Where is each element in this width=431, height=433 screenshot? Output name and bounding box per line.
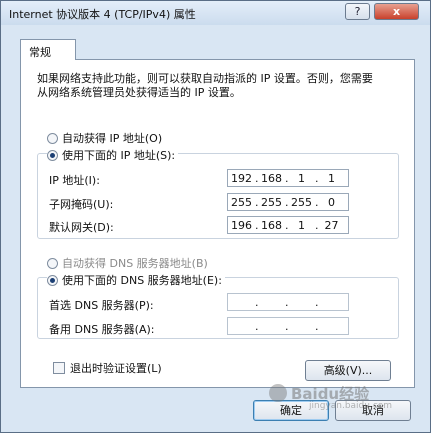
manual-dns-radio[interactable]: 使用下面的 DNS 服务器地址(E): — [47, 272, 225, 288]
window-title: Internet 协议版本 4 (TCP/IPv4) 属性 — [9, 8, 196, 21]
octet: 1 — [328, 171, 335, 185]
octet-separator: . — [285, 319, 289, 333]
octet: 196 — [231, 218, 252, 232]
ip-address-input[interactable]: 192. 168. 1. 1 — [227, 169, 349, 187]
octet-separator: . — [285, 295, 289, 309]
manual-dns-label: 使用下面的 DNS 服务器地址(E): — [62, 274, 222, 287]
subnet-mask-input[interactable]: 255. 255. 255. 0 — [227, 193, 349, 211]
octet: 168 — [261, 218, 282, 232]
advanced-button[interactable]: 高级(V)... — [305, 360, 391, 381]
preferred-dns-input[interactable]: . . . — [227, 293, 349, 311]
close-button[interactable]: x — [374, 3, 419, 20]
octet-separator: . — [315, 295, 319, 309]
octet: 255 — [261, 195, 282, 209]
help-button[interactable]: ? — [345, 3, 370, 20]
validate-on-exit-checkbox[interactable]: 退出时验证设置(L) — [53, 360, 162, 376]
manual-ip-label: 使用下面的 IP 地址(S): — [62, 149, 176, 162]
default-gateway-label: 默认网关(D): — [49, 221, 114, 234]
octet: 255 — [291, 195, 312, 209]
default-gateway-input[interactable]: 196. 168. 1. 27 — [227, 216, 349, 234]
alternate-dns-label: 备用 DNS 服务器(A): — [49, 323, 155, 336]
subnet-mask-label: 子网掩码(U): — [49, 198, 114, 211]
auto-ip-label: 自动获得 IP 地址(O) — [62, 132, 163, 145]
octet: 168 — [261, 171, 282, 185]
tcpip-properties-dialog: Internet 协议版本 4 (TCP/IPv4) 属性 ? x 常规 如果网… — [0, 0, 431, 433]
ip-address-label: IP 地址(I): — [49, 174, 100, 187]
checkbox-icon — [53, 362, 65, 374]
octet: 192 — [231, 171, 252, 185]
radio-icon — [47, 132, 58, 144]
octet: 1 — [298, 171, 305, 185]
preferred-dns-label: 首选 DNS 服务器(P): — [49, 299, 154, 312]
tab-general[interactable]: 常规 — [20, 39, 76, 60]
octet: 27 — [324, 218, 339, 232]
alternate-dns-input[interactable]: . . . — [227, 317, 349, 335]
octet: 1 — [298, 218, 305, 232]
description-text: 如果网络支持此功能，则可以获取自动指派的 IP 设置。否则，您需要从网络系统管理… — [37, 72, 373, 99]
octet: 255 — [231, 195, 252, 209]
octet: 0 — [328, 195, 335, 209]
radio-selected-icon — [47, 274, 58, 286]
validate-on-exit-label: 退出时验证设置(L) — [70, 362, 162, 375]
manual-ip-radio[interactable]: 使用下面的 IP 地址(S): — [47, 147, 179, 163]
radio-icon — [47, 257, 58, 269]
octet-separator: . — [255, 295, 259, 309]
octet-separator: . — [315, 319, 319, 333]
auto-dns-label: 自动获得 DNS 服务器地址(B) — [62, 257, 208, 270]
cancel-button[interactable]: 取消 — [335, 400, 411, 421]
auto-ip-radio[interactable]: 自动获得 IP 地址(O) — [47, 130, 166, 146]
radio-selected-icon — [47, 149, 58, 161]
title-bar[interactable]: Internet 协议版本 4 (TCP/IPv4) 属性 ? x — [1, 1, 430, 25]
ok-button[interactable]: 确定 — [253, 400, 329, 421]
auto-dns-radio[interactable]: 自动获得 DNS 服务器地址(B) — [47, 255, 211, 271]
octet-separator: . — [255, 319, 259, 333]
